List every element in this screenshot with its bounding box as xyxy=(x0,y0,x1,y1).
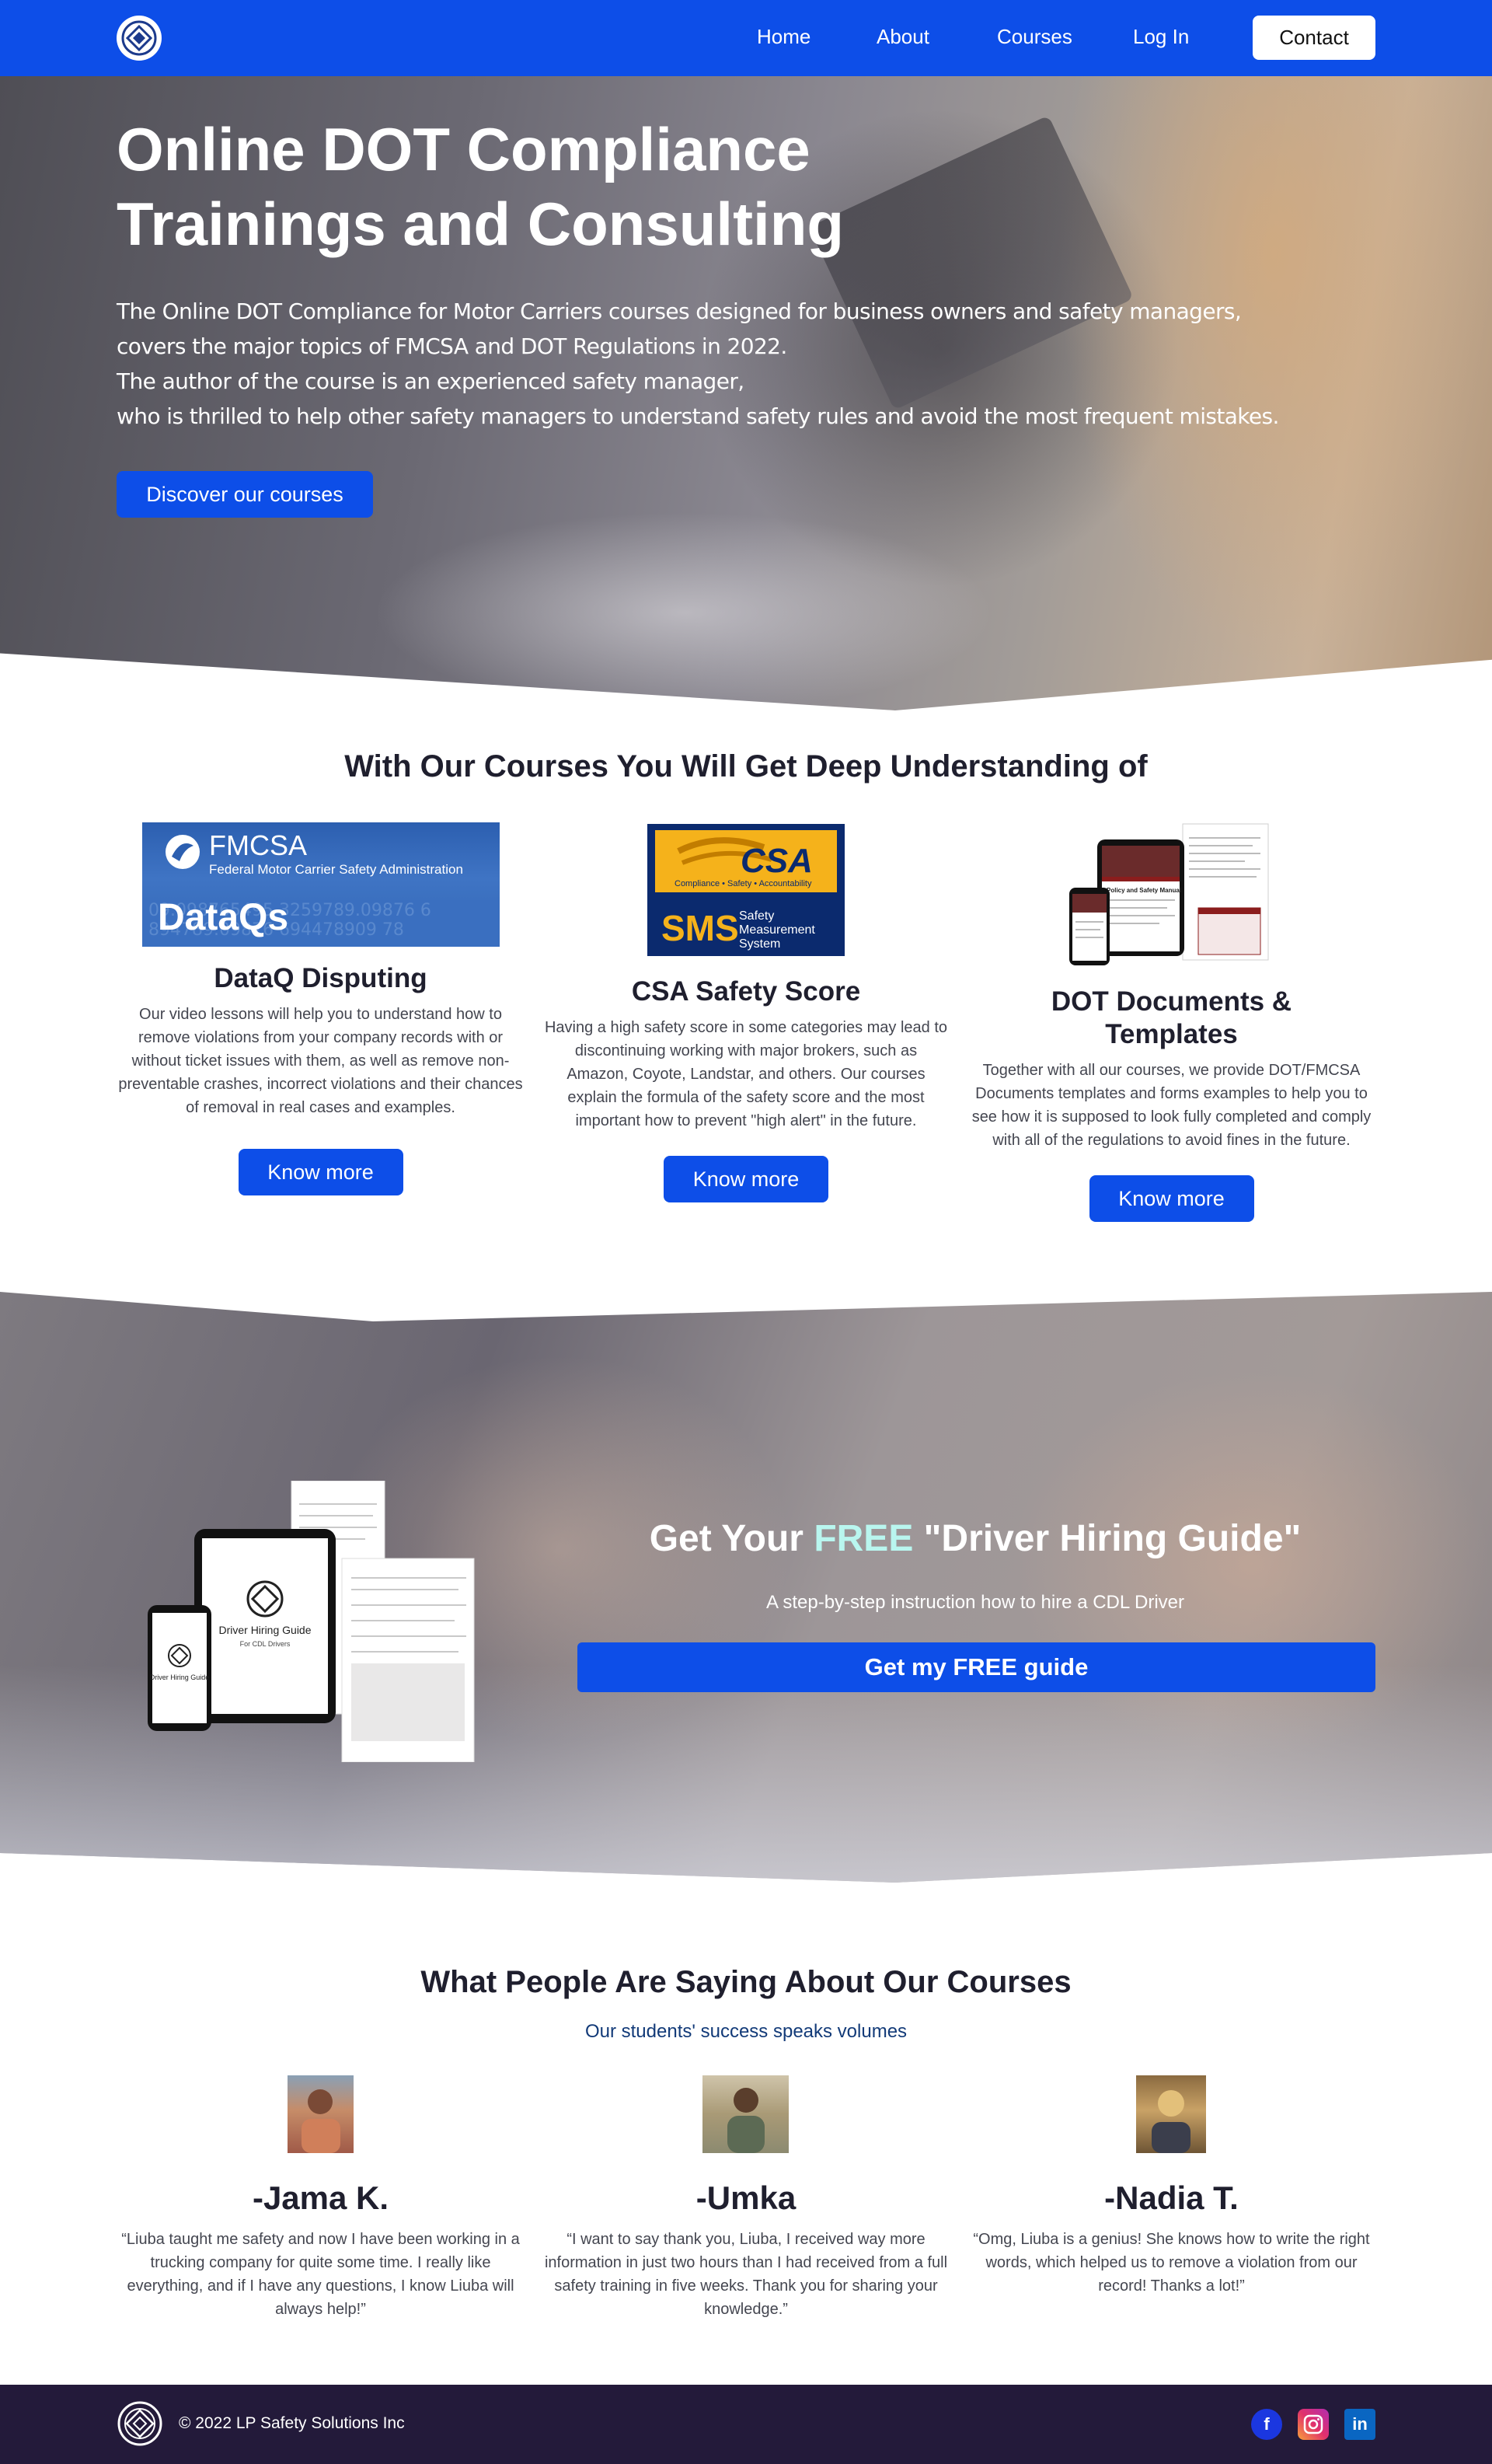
hero-title: Online DOT Compliance Trainings and Cons… xyxy=(117,115,844,258)
free-highlight: FREE xyxy=(814,1518,914,1559)
svg-text:SMS: SMS xyxy=(661,908,739,948)
testimonial-text: “I want to say thank you, Liuba, I recei… xyxy=(544,2231,948,2318)
feature-title: DataQ Disputing xyxy=(214,963,427,993)
svg-text:Driver Hiring Guide: Driver Hiring Guide xyxy=(218,1624,311,1636)
testimonial-name: -Nadia T. xyxy=(1104,2180,1239,2216)
discover-courses-button[interactable]: Discover our courses xyxy=(117,471,373,518)
feature-card-csa: CSA Safety Score Having a high safety sc… xyxy=(544,975,948,1202)
testimonials-heading: What People Are Saying About Our Courses xyxy=(420,1965,1072,1999)
nav-about-link[interactable]: About xyxy=(877,25,929,49)
svg-text:Policy and Safety Manual: Policy and Safety Manual xyxy=(1107,887,1181,894)
feature-text: Together with all our courses, we provid… xyxy=(971,1062,1372,1149)
testimonial-card: -Nadia T. “Omg, Liuba is a genius! She k… xyxy=(967,2180,1375,2298)
svg-text:For CDL Drivers: For CDL Drivers xyxy=(240,1640,291,1648)
hero-description: The Online DOT Compliance for Motor Carr… xyxy=(117,298,1279,429)
testimonial-card: -Jama K. “Liuba taught me safety and now… xyxy=(117,2180,525,2321)
fmcsa-fullname: Federal Motor Carrier Safety Administrat… xyxy=(209,862,463,877)
dot-know-more-button[interactable]: Know more xyxy=(1089,1175,1254,1222)
footer: © 2022 LP Safety Solutions Inc f in xyxy=(0,2385,1492,2464)
logo-icon[interactable] xyxy=(117,16,162,61)
nav-courses-link[interactable]: Courses xyxy=(997,25,1072,49)
csa-sms-image: CSA Compliance • Safety • Accountability… xyxy=(647,824,845,956)
feature-card-dot-documents: DOT Documents & Templates Together with … xyxy=(971,986,1372,1222)
avatar-umka xyxy=(702,2075,789,2153)
top-navbar: Home About Courses Log In Contact xyxy=(0,0,1492,76)
feature-card-dataq: DataQ Disputing Our video lessons will h… xyxy=(117,962,525,1195)
guide-devices-image: Driver Hiring Guide For CDL Drivers Driv… xyxy=(148,1480,490,1763)
dot-documents-image: Policy and Safety Manual xyxy=(1066,822,1271,970)
nav-home-link[interactable]: Home xyxy=(757,25,810,49)
testimonial-card: -Umka “I want to say thank you, Liuba, I… xyxy=(544,2180,948,2321)
contact-button[interactable]: Contact xyxy=(1253,16,1375,60)
nav-login-link[interactable]: Log In xyxy=(1133,25,1189,49)
footer-logo-icon[interactable] xyxy=(117,2400,163,2447)
features-heading: With Our Courses You Will Get Deep Under… xyxy=(344,749,1148,784)
guide-subtitle: A step-by-step instruction how to hire a… xyxy=(766,1592,1184,1613)
svg-text:Driver Hiring Guide: Driver Hiring Guide xyxy=(150,1673,210,1681)
guide-title: Get Your FREE "Driver Hiring Guide" xyxy=(649,1518,1302,1559)
linkedin-icon[interactable]: in xyxy=(1344,2409,1375,2440)
fmcsa-dataqs-image: 09.098765495 3259789.09876 6 894789.0987… xyxy=(142,822,500,947)
csa-know-more-button[interactable]: Know more xyxy=(664,1156,828,1202)
avatar-nadia xyxy=(1136,2075,1206,2153)
feature-title: DOT Documents & Templates xyxy=(1051,986,1292,1049)
instagram-icon[interactable] xyxy=(1298,2409,1329,2440)
testimonial-name: -Jama K. xyxy=(252,2180,389,2216)
fmcsa-name: FMCSA xyxy=(209,829,307,861)
facebook-icon[interactable]: f xyxy=(1251,2409,1282,2440)
dataqs-label: DataQs xyxy=(158,897,288,938)
feature-text: Our video lessons will help you to under… xyxy=(118,1006,523,1116)
avatar-jama xyxy=(288,2075,354,2153)
feature-text: Having a high safety score in some categ… xyxy=(544,1019,948,1129)
svg-text:Compliance • Safety • Accounta: Compliance • Safety • Accountability xyxy=(675,879,812,888)
testimonial-name: -Umka xyxy=(695,2180,797,2216)
testimonial-text: “Liuba taught me safety and now I have b… xyxy=(121,2231,520,2318)
get-free-guide-button[interactable]: Get my FREE guide xyxy=(577,1642,1375,1692)
footer-copyright: © 2022 LP Safety Solutions Inc xyxy=(179,2414,405,2432)
testimonials-subheading: Our students' success speaks volumes xyxy=(584,2021,908,2042)
dataq-know-more-button[interactable]: Know more xyxy=(238,1149,403,1195)
feature-title: CSA Safety Score xyxy=(631,976,861,1007)
testimonial-text: “Omg, Liuba is a genius! She knows how t… xyxy=(973,2231,1370,2295)
svg-text:CSA: CSA xyxy=(741,842,813,880)
